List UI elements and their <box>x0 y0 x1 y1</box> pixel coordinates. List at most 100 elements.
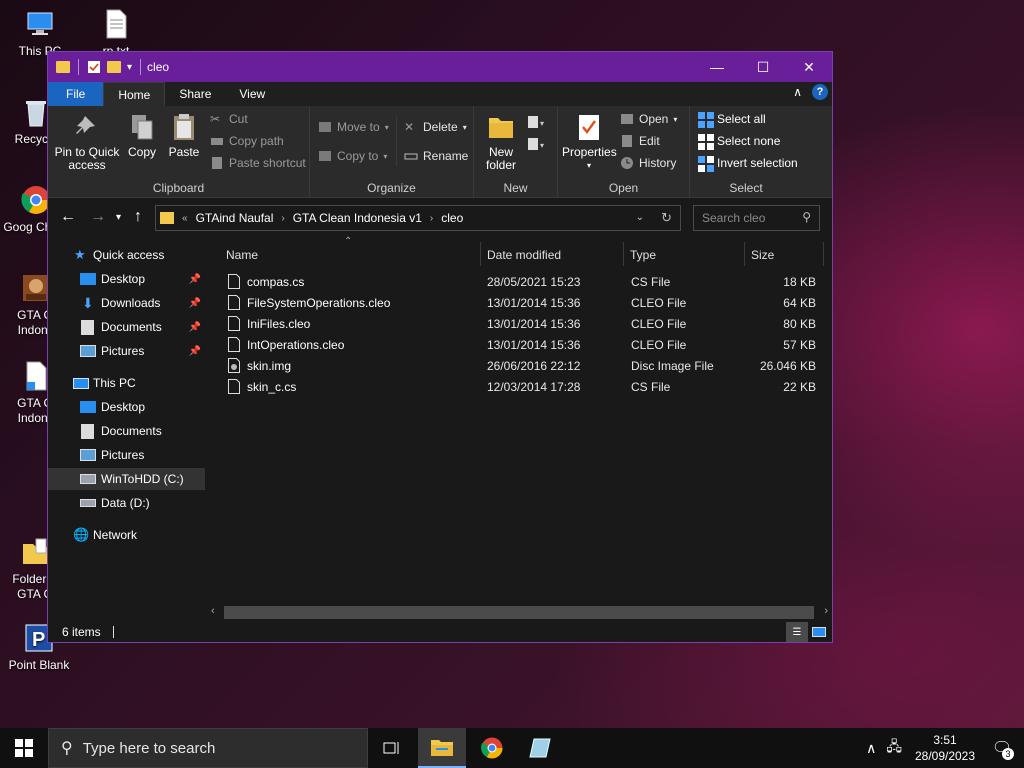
tab-file[interactable]: File <box>48 82 104 106</box>
file-row[interactable]: IniFiles.cleo 13/01/2014 15:36 CLEO File… <box>206 314 832 335</box>
nav-pc-drive-c[interactable]: WinToHDD (C:) <box>48 468 205 490</box>
column-divider[interactable] <box>744 242 745 266</box>
delete-button[interactable]: ✕ Delete ▾ <box>404 120 467 134</box>
file-row[interactable]: FileSystemOperations.cleo 13/01/2014 15:… <box>206 293 832 314</box>
taskbar-notepad-app[interactable] <box>516 728 564 768</box>
up-arrow-icon[interactable]: ↑ <box>134 208 142 226</box>
scrollbar-thumb[interactable] <box>224 606 814 619</box>
scroll-left-icon[interactable]: ‹ <box>211 605 215 617</box>
pin-icon[interactable]: 📌 <box>189 298 201 309</box>
show-hidden-icons-chevron-icon[interactable]: ∧ <box>866 740 876 757</box>
start-button[interactable] <box>0 728 48 768</box>
nav-pc-desktop[interactable]: Desktop <box>48 396 205 418</box>
file-size: 80 KB <box>783 317 816 331</box>
search-input[interactable]: Search cleo ⚲ <box>693 205 820 231</box>
network-status-icon[interactable]: 🖧 <box>886 736 902 760</box>
nav-quick-access[interactable]: ★ Quick access <box>48 244 205 266</box>
ribbon: Pin to Quick access Copy Paste ✂ Cut Cop… <box>48 106 832 198</box>
pictures-icon <box>80 345 96 357</box>
forward-arrow-icon[interactable]: → <box>90 208 106 226</box>
pin-icon[interactable]: 📌 <box>189 346 201 357</box>
recent-locations-chevron-icon[interactable]: ▾ <box>116 212 121 223</box>
breadcrumb-gta-clean-indonesia[interactable]: GTA Clean Indonesia v1 <box>293 211 422 225</box>
paste-button[interactable]: Paste <box>164 112 204 159</box>
column-header-name[interactable]: Name <box>226 240 258 270</box>
properties-check-icon[interactable] <box>87 60 101 74</box>
address-field[interactable]: « GTAind Naufal › GTA Clean Indonesia v1… <box>155 205 681 231</box>
new-folder-button[interactable]: New folder <box>480 112 522 172</box>
collapse-ribbon-icon[interactable]: ∧ <box>793 85 802 99</box>
task-view-button[interactable] <box>368 728 416 768</box>
column-divider[interactable] <box>480 242 481 266</box>
file-row[interactable]: skin_c.cs 12/03/2014 17:28 CS File 22 KB <box>206 377 832 398</box>
select-none-button[interactable]: Select none <box>698 134 780 150</box>
breadcrumb-gtaind-naufal[interactable]: GTAind Naufal <box>196 211 274 225</box>
title-bar[interactable]: ▾ cleo — ☐ ✕ <box>48 52 832 82</box>
nav-qa-downloads[interactable]: ⬇ Downloads 📌 <box>48 292 205 314</box>
tab-home[interactable]: Home <box>103 82 166 106</box>
clock[interactable]: 3:51 28/09/2023 <box>910 732 980 764</box>
new-item-button[interactable]: ▾ <box>526 114 548 133</box>
file-row[interactable]: skin.img 26/06/2016 22:12 Disc Image Fil… <box>206 356 832 377</box>
taskbar-search-box[interactable]: ⚲ Type here to search <box>48 728 368 768</box>
address-dropdown-icon[interactable]: ⌄ <box>636 212 644 223</box>
file-row[interactable]: compas.cs 28/05/2021 15:23 CS File 18 KB <box>206 272 832 293</box>
rename-button[interactable]: Rename <box>404 149 468 163</box>
svg-text:▾: ▾ <box>540 141 544 150</box>
copy-path-button[interactable]: Copy path <box>210 134 284 148</box>
nav-qa-pictures[interactable]: Pictures 📌 <box>48 340 205 362</box>
easy-access-button[interactable]: ▾ <box>526 136 548 155</box>
file-size: 18 KB <box>783 275 816 289</box>
nav-this-pc[interactable]: This PC <box>48 372 205 394</box>
move-to-button[interactable]: Move to ▾ <box>318 120 389 134</box>
nav-qa-desktop[interactable]: Desktop 📌 <box>48 268 205 290</box>
taskbar-chrome[interactable] <box>468 728 516 768</box>
breadcrumb-cleo[interactable]: cleo <box>441 211 463 225</box>
back-arrow-icon[interactable]: ← <box>60 208 76 226</box>
history-button[interactable]: History <box>620 156 676 170</box>
invert-selection-button[interactable]: Invert selection <box>698 156 798 172</box>
tab-view[interactable]: View <box>225 82 279 106</box>
copy-button[interactable]: Copy <box>124 112 160 159</box>
nav-network[interactable]: 🌐 Network <box>48 524 205 546</box>
column-header-size[interactable]: Size <box>751 240 774 270</box>
edit-button[interactable]: Edit <box>620 134 660 148</box>
close-button[interactable]: ✕ <box>786 52 832 82</box>
nav-pc-drive-d[interactable]: Data (D:) <box>48 492 205 514</box>
pin-icon[interactable]: 📌 <box>189 274 201 285</box>
maximize-button[interactable]: ☐ <box>740 52 786 82</box>
copy-to-button[interactable]: Copy to ▾ <box>318 149 387 163</box>
pin-to-quick-access-button[interactable]: Pin to Quick access <box>54 112 120 172</box>
column-header-date[interactable]: Date modified <box>487 240 561 270</box>
chevron-right-icon[interactable]: › <box>281 213 284 224</box>
file-row[interactable]: IntOperations.cleo 13/01/2014 15:36 CLEO… <box>206 335 832 356</box>
select-all-button[interactable]: Select all <box>698 112 766 128</box>
open-button[interactable]: Open ▾ <box>620 112 677 126</box>
cut-button[interactable]: ✂ Cut <box>210 112 248 126</box>
chevron-right-icon[interactable]: › <box>430 213 433 224</box>
large-icons-view-button[interactable] <box>808 622 830 642</box>
nav-qa-documents[interactable]: Documents 📌 <box>48 316 205 338</box>
overflow-chevron-icon[interactable]: « <box>182 213 188 224</box>
taskbar-file-explorer[interactable] <box>418 728 466 768</box>
scroll-right-icon[interactable]: › <box>824 605 828 617</box>
minimize-button[interactable]: — <box>694 52 740 82</box>
new-folder-icon[interactable] <box>107 61 121 73</box>
details-view-button[interactable]: ☰ <box>786 622 808 642</box>
nav-pc-pictures[interactable]: Pictures <box>48 444 205 466</box>
horizontal-scrollbar[interactable]: ‹ › <box>206 604 832 621</box>
chevron-down-icon[interactable]: ▾ <box>127 62 132 73</box>
help-icon[interactable]: ? <box>812 84 828 100</box>
column-divider[interactable] <box>823 242 824 266</box>
action-center-button[interactable]: 🗨 3 <box>980 728 1024 768</box>
file-explorer-icon <box>431 740 453 756</box>
column-header-type[interactable]: Type <box>630 240 656 270</box>
nav-pc-documents[interactable]: Documents <box>48 420 205 442</box>
clock-date: 28/09/2023 <box>914 749 976 763</box>
properties-button[interactable]: Properties ▾ <box>562 112 617 172</box>
pin-icon[interactable]: 📌 <box>189 322 201 333</box>
tab-share[interactable]: Share <box>165 82 225 106</box>
refresh-icon[interactable]: ↻ <box>661 210 672 226</box>
paste-shortcut-button[interactable]: Paste shortcut <box>210 156 306 170</box>
column-divider[interactable] <box>623 242 624 266</box>
